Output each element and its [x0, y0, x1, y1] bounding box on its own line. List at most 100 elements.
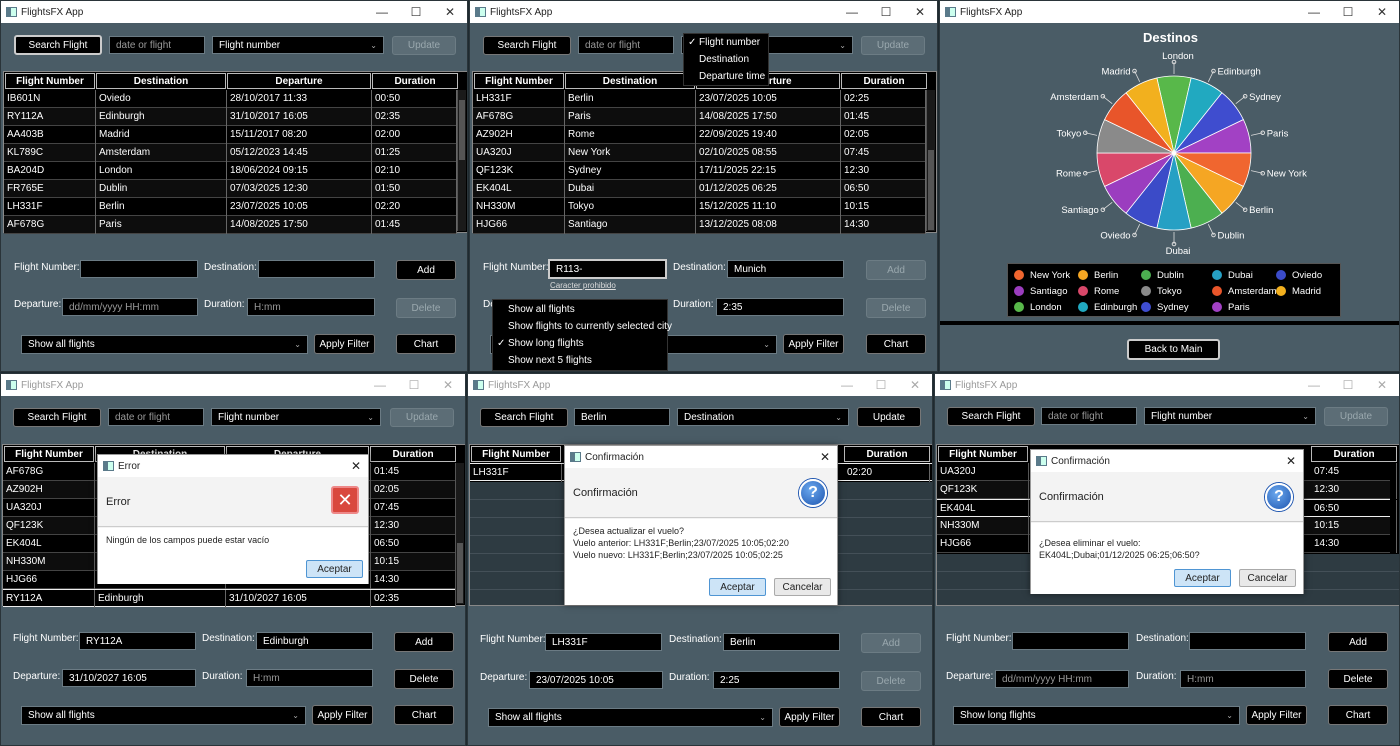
search-type-combo[interactable]: Flight number ⌄ [1144, 407, 1316, 425]
search-input[interactable]: date or flight [109, 36, 205, 54]
maximize-icon[interactable]: ☐ [864, 378, 898, 392]
duration-field[interactable]: H:mm [247, 298, 375, 316]
chart-button[interactable]: Chart [1328, 705, 1388, 725]
delete-button[interactable]: Delete [861, 671, 921, 691]
filter-combo[interactable]: Show all flights ⌄ [21, 706, 306, 725]
cancel-button[interactable]: Cancelar [774, 578, 831, 596]
col-flight-number[interactable]: Flight Number [474, 73, 564, 89]
table-row[interactable]: RY112A Edinburgh 31/10/2017 16:05 02:35 [4, 108, 457, 126]
col-departure[interactable]: Departure [227, 73, 371, 89]
col-flight-number[interactable]: Flight Number [5, 73, 95, 89]
table-row[interactable]: HJG66 Santiago 13/12/2025 08:08 14:30 [473, 216, 926, 234]
accept-button[interactable]: Aceptar [709, 578, 766, 596]
scrollbar[interactable] [457, 90, 466, 231]
maximize-icon[interactable]: ☐ [397, 378, 431, 392]
apply-filter-button[interactable]: Apply Filter [783, 334, 844, 354]
accept-button[interactable]: Aceptar [306, 560, 363, 578]
flight-number-field[interactable] [1012, 632, 1129, 650]
duration-field[interactable]: H:mm [246, 669, 373, 687]
maximize-icon[interactable]: ☐ [869, 5, 903, 19]
table-row[interactable]: KL789C Amsterdam 05/12/2023 14:45 01:25 [4, 144, 457, 162]
delete-button[interactable]: Delete [1328, 669, 1388, 689]
close-icon[interactable]: ✕ [903, 5, 937, 19]
search-flight-button[interactable]: Search Flight [14, 35, 102, 55]
col-duration[interactable]: Duration [841, 73, 927, 89]
close-icon[interactable]: ✕ [433, 5, 467, 19]
minimize-icon[interactable]: — [835, 5, 869, 19]
table-row[interactable]: AZ902H Rome 22/09/2025 19:40 02:05 [473, 126, 926, 144]
add-button[interactable]: Add [1328, 632, 1388, 652]
chart-button[interactable]: Chart [394, 705, 454, 725]
col-destination[interactable]: Destination [96, 73, 226, 89]
col-duration[interactable]: Duration [372, 73, 458, 89]
search-input[interactable]: date or flight [108, 408, 204, 426]
update-button[interactable]: Update [1324, 407, 1388, 426]
search-flight-button[interactable]: Search Flight [13, 408, 101, 427]
chart-button[interactable]: Chart [866, 334, 926, 354]
delete-button[interactable]: Delete [396, 298, 456, 318]
table-row[interactable]: NH330M Tokyo 15/12/2025 11:10 10:15 [473, 198, 926, 216]
col-destination[interactable]: Destination [565, 73, 695, 89]
destination-field[interactable]: Berlin [723, 633, 840, 651]
departure-field[interactable]: 23/07/2025 10:05 [529, 671, 663, 689]
accept-button[interactable]: Aceptar [1174, 569, 1231, 587]
filter-combo[interactable]: Show long flights ⌄ [953, 706, 1240, 725]
menu-item-flight-number[interactable]: Flight number [684, 34, 768, 51]
scrollbar[interactable] [455, 463, 464, 604]
table-row[interactable]: AA403B Madrid 15/11/2017 08:20 02:00 [4, 126, 457, 144]
table-row[interactable]: IB601N Oviedo 28/10/2017 11:33 00:50 [4, 90, 457, 108]
maximize-icon[interactable]: ☐ [399, 5, 433, 19]
close-icon[interactable]: ✕ [898, 378, 932, 392]
search-input[interactable]: date or flight [1041, 407, 1137, 425]
filter-item-all[interactable]: Show all flights [493, 301, 667, 318]
add-button[interactable]: Add [394, 632, 454, 652]
duration-field[interactable]: 2:35 [716, 298, 844, 316]
search-type-combo[interactable]: Destination ⌄ [677, 408, 849, 426]
destination-field[interactable] [1189, 632, 1306, 650]
close-icon[interactable]: ✕ [1365, 378, 1399, 392]
close-icon[interactable]: ✕ [813, 450, 837, 464]
minimize-icon[interactable]: — [1297, 378, 1331, 392]
search-type-combo[interactable]: Flight number ⌄ [212, 36, 384, 54]
departure-field[interactable]: 31/10/2027 16:05 [62, 669, 196, 687]
destination-field[interactable]: Munich [727, 260, 844, 278]
table-row[interactable]: LH331F Berlin 23/07/2025 10:05 02:25 [473, 90, 926, 108]
table-row[interactable]: AF678G Paris 14/08/2025 17:50 01:45 [4, 216, 457, 234]
col-duration[interactable]: Duration [370, 446, 456, 462]
minimize-icon[interactable]: — [1297, 5, 1331, 19]
search-flight-button[interactable]: Search Flight [483, 36, 571, 55]
search-flight-button[interactable]: Search Flight [480, 408, 568, 427]
maximize-icon[interactable]: ☐ [1331, 5, 1365, 19]
close-icon[interactable]: ✕ [431, 378, 465, 392]
apply-filter-button[interactable]: Apply Filter [779, 707, 840, 727]
table-row[interactable]: FR765E Dublin 07/03/2025 12:30 01:50 [4, 180, 457, 198]
table-row[interactable]: AF678G Paris 14/08/2025 17:50 01:45 [473, 108, 926, 126]
table-row[interactable]: RY112A Edinburgh 31/10/2027 16:05 02:35 [3, 589, 456, 608]
filter-combo[interactable]: Show all flights ⌄ [488, 708, 773, 727]
update-button[interactable]: Update [861, 36, 925, 55]
menu-item-destination[interactable]: Destination [684, 51, 768, 68]
col-flight-number[interactable]: Flight Number [4, 446, 94, 462]
departure-field[interactable]: dd/mm/yyyy HH:mm [995, 670, 1129, 688]
flight-number-field[interactable]: LH331F [545, 633, 662, 651]
filter-combo[interactable]: Show all flights ⌄ [21, 335, 308, 354]
table-row[interactable]: BA204D London 18/06/2024 09:15 02:10 [4, 162, 457, 180]
duration-field[interactable]: 2:25 [713, 671, 840, 689]
flight-number-field[interactable] [80, 260, 198, 278]
search-input[interactable]: date or flight [578, 36, 674, 54]
search-type-combo[interactable]: Flight number ⌄ [211, 408, 381, 426]
close-icon[interactable]: ✕ [1279, 454, 1303, 468]
departure-field[interactable]: dd/mm/yyyy HH:mm [62, 298, 198, 316]
table-row[interactable]: LH331F Berlin 23/07/2025 10:05 02:20 [4, 198, 457, 216]
apply-filter-button[interactable]: Apply Filter [1246, 705, 1307, 725]
col-flight-number[interactable]: Flight Number [471, 446, 561, 462]
col-flight-number[interactable]: Flight Number [938, 446, 1028, 462]
maximize-icon[interactable]: ☐ [1331, 378, 1365, 392]
table-row[interactable]: QF123K Sydney 17/11/2025 22:15 12:30 [473, 162, 926, 180]
update-button[interactable]: Update [390, 408, 454, 427]
apply-filter-button[interactable]: Apply Filter [314, 334, 375, 354]
add-button[interactable]: Add [396, 260, 456, 280]
add-button[interactable]: Add [866, 260, 926, 280]
col-duration[interactable]: Duration [844, 446, 930, 462]
cancel-button[interactable]: Cancelar [1239, 569, 1296, 587]
